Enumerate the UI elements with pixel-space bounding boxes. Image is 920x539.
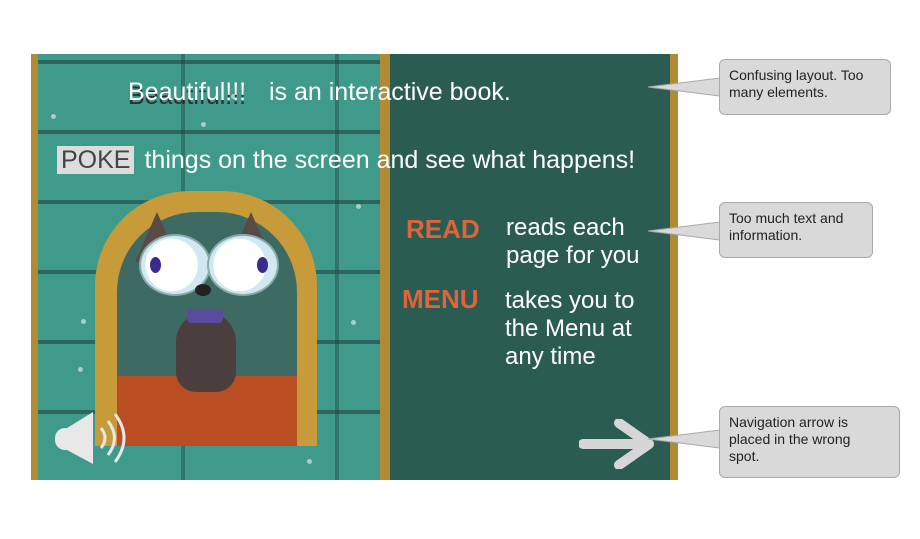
- annotation-line: Navigation arrow is: [729, 414, 849, 430]
- annotation-line: Too much text and: [729, 210, 844, 226]
- annotation-line: Confusing layout. Too: [729, 67, 864, 83]
- annotation-line: spot.: [729, 448, 760, 464]
- annotation-text: Too much text and information.: [719, 202, 873, 258]
- annotation-layout: Confusing layout. Too many elements.: [719, 59, 891, 115]
- annotation-arrow: Navigation arrow is placed in the wrong …: [719, 406, 900, 478]
- annotation-line: placed in the wrong: [729, 431, 851, 447]
- annotation-line: many elements.: [729, 84, 828, 100]
- annotation-line: information.: [729, 227, 803, 243]
